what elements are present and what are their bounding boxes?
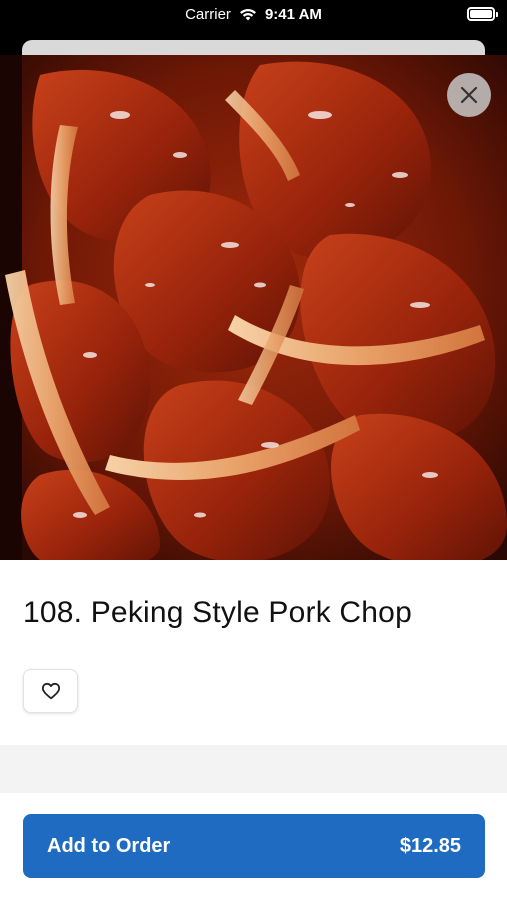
status-bar: Carrier 9:41 AM [0, 0, 507, 32]
clock: 9:41 AM [264, 6, 322, 23]
item-title: 108. Peking Style Pork Chop [23, 596, 412, 629]
add-to-order-label: Add to Order [47, 834, 171, 857]
battery-icon [467, 7, 498, 21]
add-to-order-button[interactable]: Add to Order $12.85 [23, 814, 485, 878]
heart-icon [41, 682, 60, 700]
sauced-pork-chop-photo [0, 55, 507, 560]
section-divider [0, 745, 507, 793]
favorite-button[interactable] [23, 669, 78, 713]
item-photo [0, 55, 507, 560]
item-detail-sheet: 108. Peking Style Pork Chop Add to Order… [0, 55, 507, 900]
wifi-icon [239, 9, 256, 21]
close-icon [460, 86, 478, 104]
status-center: Carrier 9:41 AM [0, 6, 507, 23]
order-price: $12.85 [399, 834, 461, 857]
carrier-label: Carrier [185, 6, 231, 23]
close-button[interactable] [447, 73, 491, 117]
